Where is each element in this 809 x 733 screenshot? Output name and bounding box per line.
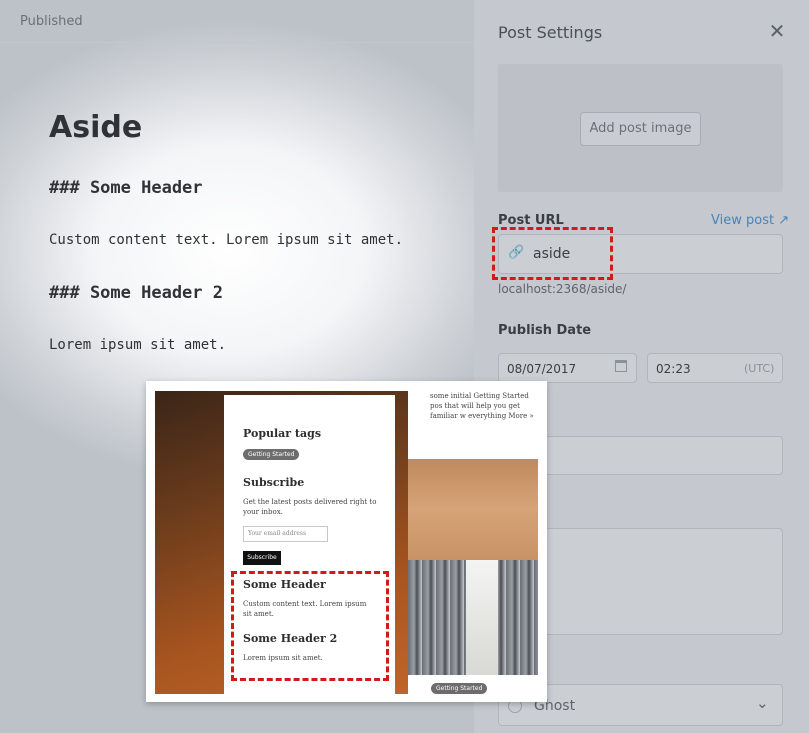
- markdown-paragraph-1[interactable]: Custom content text. Lorem ipsum sit ame…: [49, 232, 403, 248]
- view-post-link[interactable]: View post ↗: [711, 213, 789, 228]
- timezone-label: (UTC): [744, 362, 775, 375]
- preview-email-input: Your email address: [243, 526, 328, 542]
- external-link-icon: ↗: [778, 213, 790, 228]
- preview-archive-image: [408, 560, 538, 675]
- markdown-heading-1[interactable]: ### Some Header: [49, 178, 203, 198]
- panel-title: Post Settings: [498, 23, 603, 42]
- publish-date-label: Publish Date: [498, 323, 592, 338]
- editor-divider: [0, 42, 474, 43]
- add-post-image-button[interactable]: Add post image: [580, 112, 701, 146]
- url-highlight-box: [492, 227, 613, 280]
- post-title[interactable]: Aside: [49, 110, 142, 145]
- view-post-label: View post: [711, 213, 775, 228]
- preview-tag: Getting Started: [243, 449, 300, 460]
- preview-subscribe-button: Subscribe: [243, 551, 281, 565]
- preview-bottom-tag: Getting Started: [431, 683, 488, 694]
- preview-subscribe-text: Get the latest posts delivered right to …: [243, 498, 377, 516]
- calendar-icon[interactable]: [615, 360, 627, 372]
- preview-subscribe-heading: Subscribe: [243, 476, 305, 489]
- preview-popular-tags-heading: Popular tags: [243, 427, 322, 440]
- preview-map-image: [408, 459, 538, 560]
- markdown-heading-2[interactable]: ### Some Header 2: [49, 283, 223, 303]
- post-url-hint: localhost:2368/aside/: [498, 282, 627, 296]
- preview-excerpt-text: some initial Getting Started pos that wi…: [430, 392, 534, 420]
- content-highlight-box: [231, 571, 389, 681]
- close-icon[interactable]: ✕: [768, 21, 786, 41]
- chevron-down-icon[interactable]: ⌄: [756, 694, 769, 712]
- markdown-paragraph-2[interactable]: Lorem ipsum sit amet.: [49, 337, 226, 353]
- post-status: Published: [20, 14, 83, 29]
- preview-post-excerpt: some initial Getting Started pos that wi…: [408, 391, 546, 459]
- post-url-label: Post URL: [498, 213, 564, 228]
